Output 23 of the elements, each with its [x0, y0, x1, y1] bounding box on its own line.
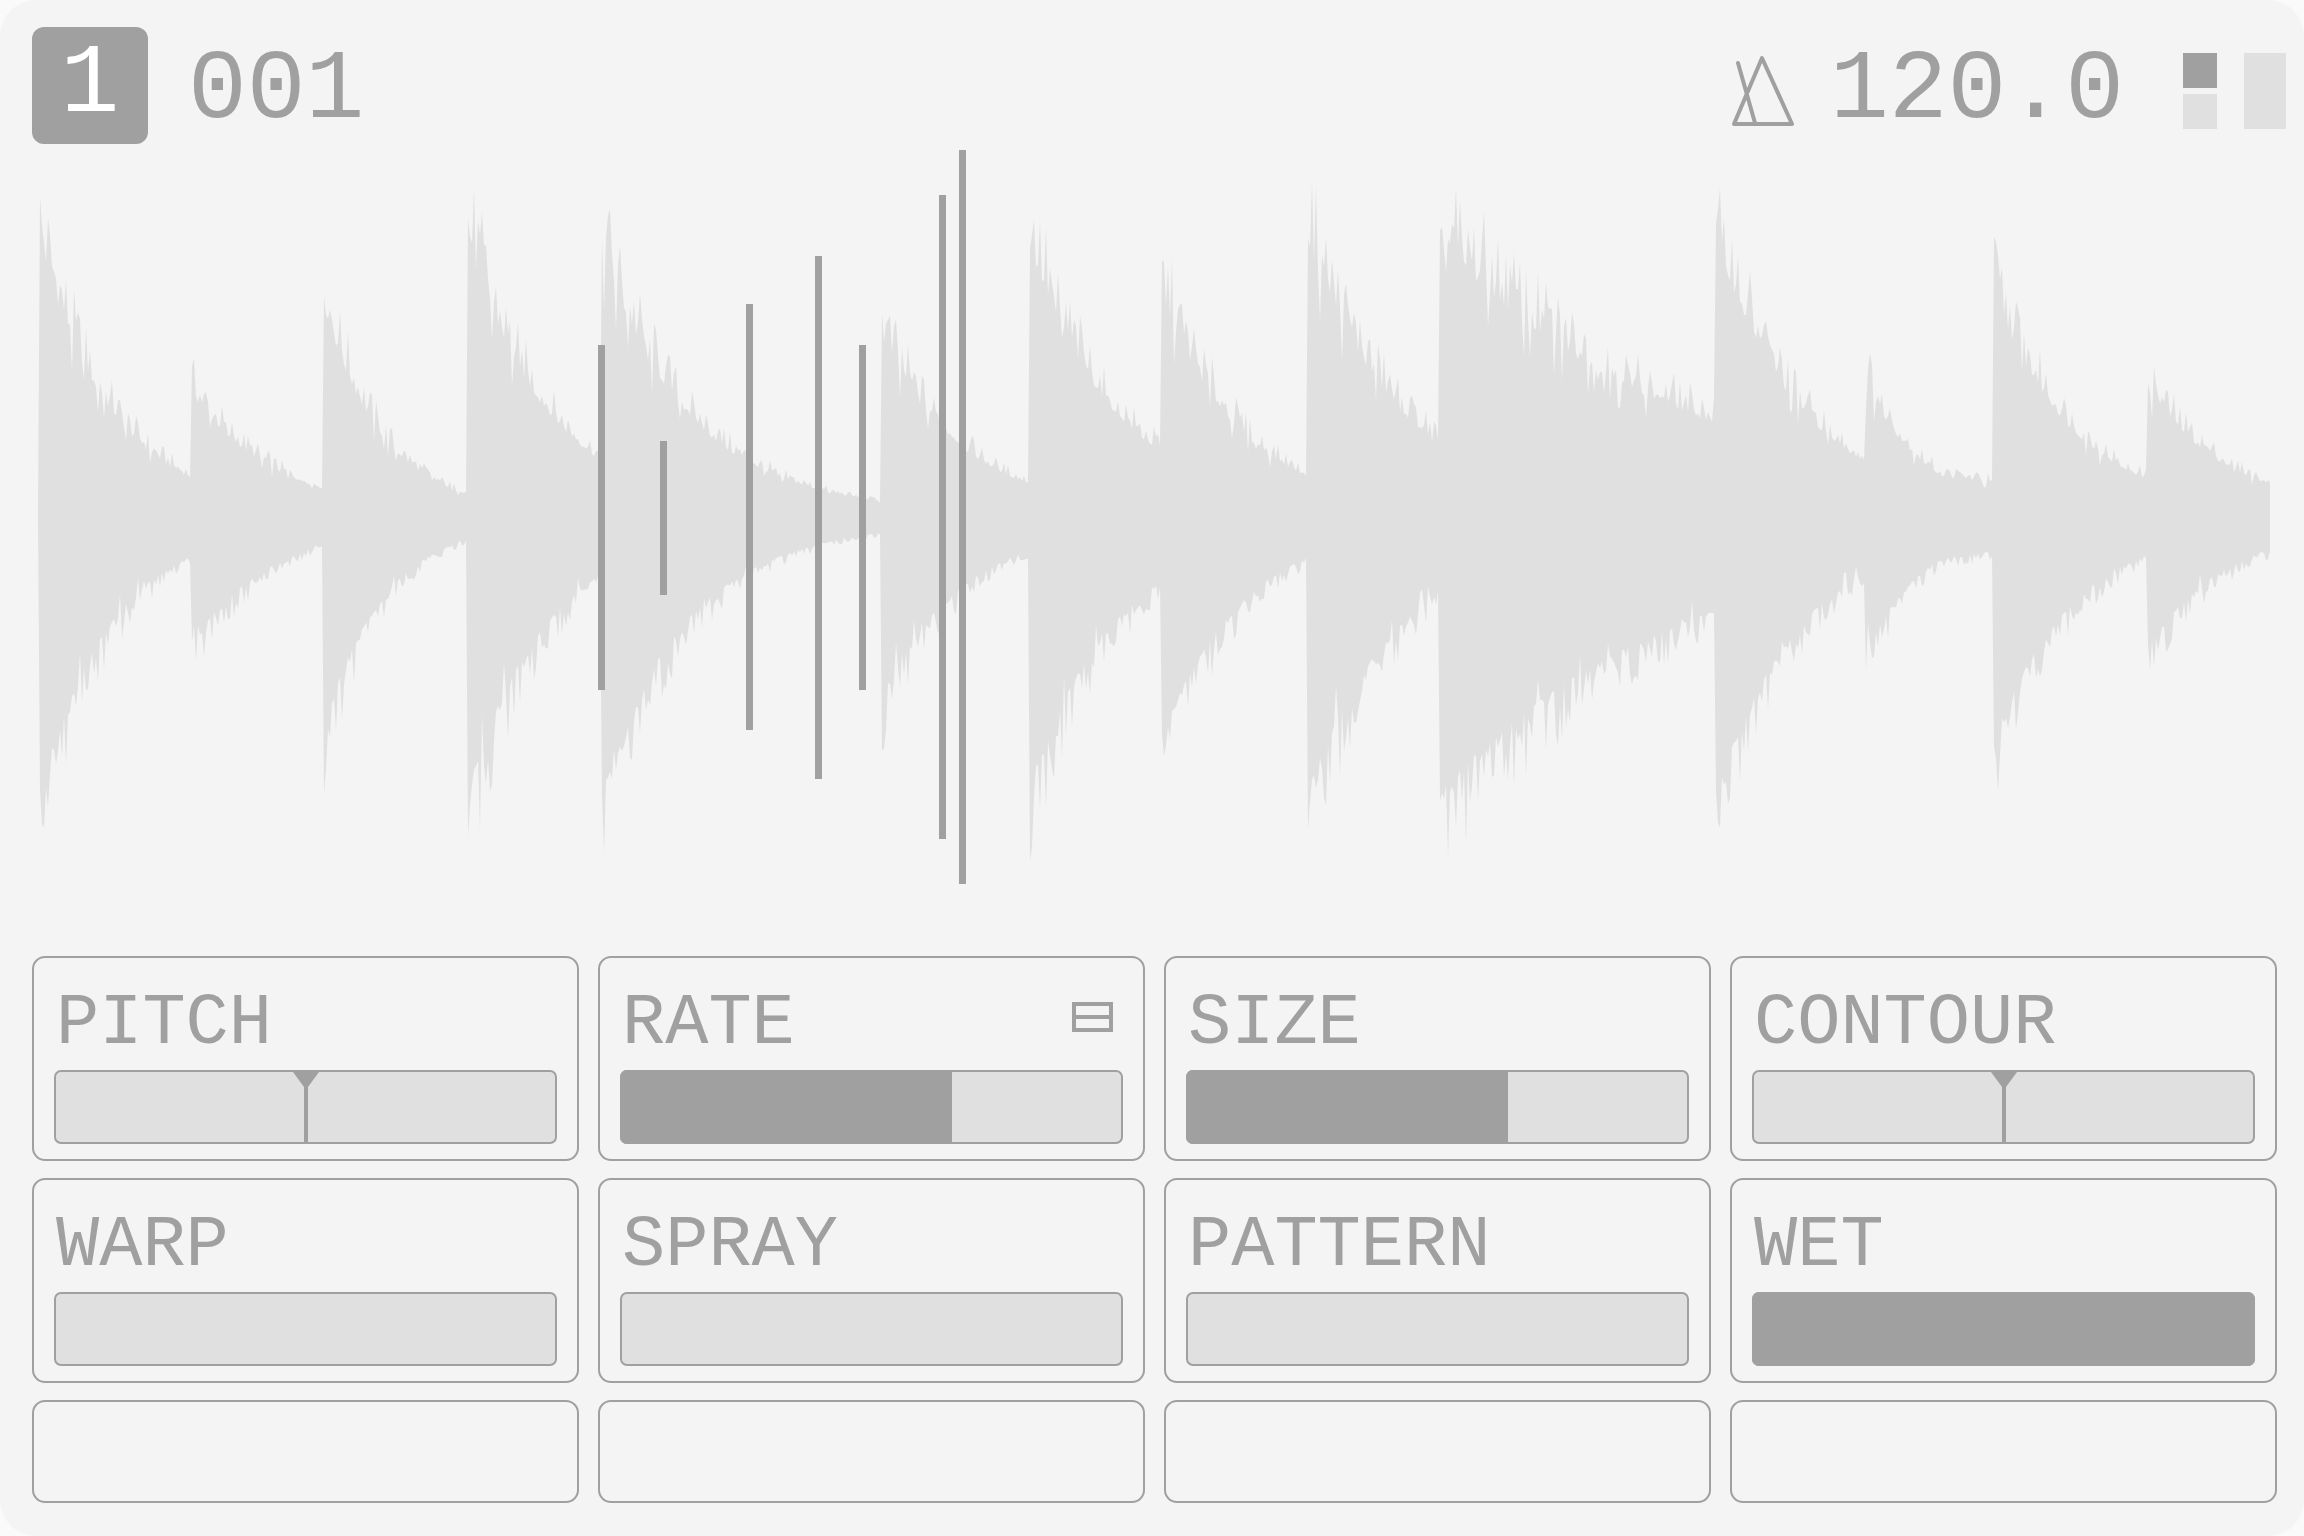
- slider-track[interactable]: [1752, 1070, 2255, 1144]
- param-label: PITCH: [56, 988, 273, 1060]
- slider-track[interactable]: [620, 1070, 1123, 1144]
- counter-text: 001: [188, 34, 365, 140]
- slider-track[interactable]: [1186, 1070, 1689, 1144]
- param-label: PATTERN: [1188, 1210, 1491, 1282]
- metronome-icon[interactable]: [1730, 55, 1795, 127]
- slider-track[interactable]: [1186, 1292, 1689, 1366]
- slider-track[interactable]: [54, 1070, 557, 1144]
- meter-icon: [2183, 53, 2286, 129]
- number-badge: 1: [32, 26, 148, 144]
- slider-track[interactable]: [1752, 1292, 2255, 1366]
- slider-track[interactable]: [620, 1292, 1123, 1366]
- param-label: SIZE: [1188, 988, 1361, 1060]
- param-label: CONTOUR: [1754, 988, 2057, 1060]
- param-label: RATE: [622, 988, 795, 1060]
- param-label: SPRAY: [622, 1210, 839, 1282]
- slider-thumb[interactable]: [292, 1072, 319, 1142]
- slider-thumb[interactable]: [1990, 1072, 2017, 1142]
- param-label: WARP: [56, 1210, 229, 1282]
- param-label: WET: [1754, 1210, 1884, 1282]
- tempo-text[interactable]: 120.0: [1829, 30, 2124, 140]
- slider-track[interactable]: [54, 1292, 557, 1366]
